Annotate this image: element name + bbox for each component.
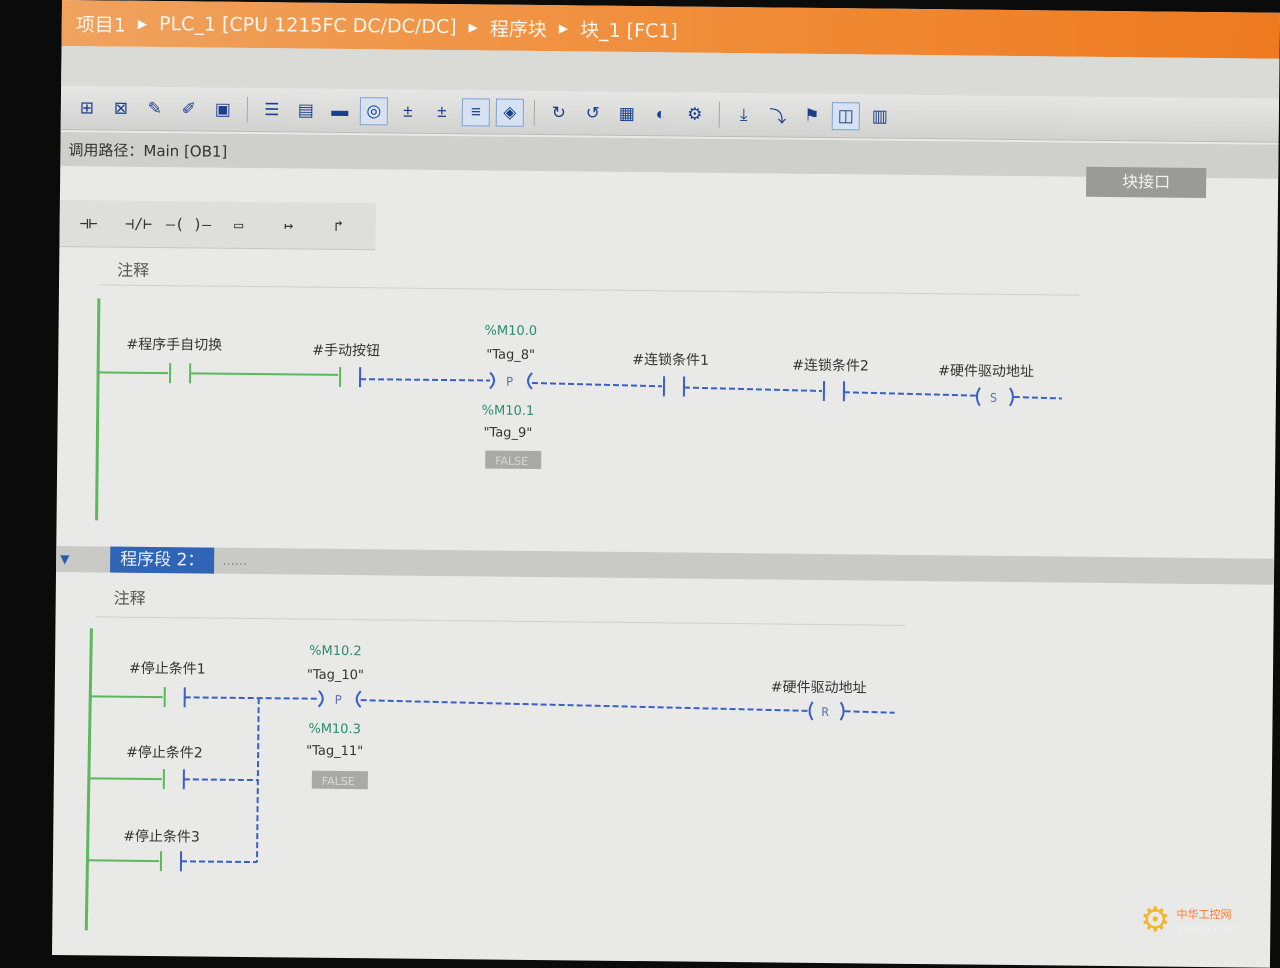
wire-segment (184, 779, 258, 780)
coil-symbol: S (990, 391, 997, 405)
p-edge-address: %M10.2 (309, 644, 362, 660)
set-coil-hardware-drive[interactable]: S #硬件驱动地址 (938, 363, 1034, 406)
ladder-diagram: #程序手自切换 #手动按钮 P %M10.0 "Tag_8" %M10.1 "T… (52, 0, 1280, 968)
p-edge-address: %M10.0 (484, 323, 537, 339)
contact-label: #停止条件1 (129, 660, 206, 678)
network1-power-rail (97, 298, 99, 520)
reset-coil-hardware-drive[interactable]: R #硬件驱动地址 (771, 679, 867, 720)
contact-manual-button[interactable]: #手动按钮 (312, 343, 380, 388)
p-edge-memory-address: %M10.1 (482, 403, 535, 419)
wire-segment (90, 778, 162, 779)
watermark-logo: ⚙ 中华工控网 gkong.com (1140, 892, 1272, 948)
gear-icon: ⚙ (1140, 900, 1170, 940)
contact-stop-condition-2[interactable]: #停止条件2 (126, 744, 203, 790)
contact-interlock-1[interactable]: #连锁条件1 (632, 351, 709, 397)
wire-segment (532, 383, 662, 386)
p-edge-symbol: P (506, 375, 513, 389)
p-edge-memory-address: %M10.3 (308, 722, 361, 738)
contact-label: #停止条件2 (126, 744, 203, 762)
contact-label: #连锁条件2 (792, 357, 869, 375)
coil-symbol: R (822, 705, 830, 719)
p-edge-memory-tag: "Tag_11" (306, 744, 363, 760)
wire-segment (361, 700, 809, 711)
contact-label: #连锁条件1 (632, 351, 709, 369)
wire-segment (87, 860, 159, 861)
wire-segment (684, 388, 822, 391)
coil-label: #硬件驱动地址 (771, 679, 867, 696)
contact-interlock-2[interactable]: #连锁条件2 (792, 357, 869, 402)
p-edge-tag: "Tag_8" (486, 347, 535, 363)
contact-label: #程序手自切换 (126, 336, 222, 354)
watermark-line1: 中华工控网 (1176, 906, 1237, 922)
wire-segment (91, 696, 163, 697)
parallel-branch-wire (257, 698, 259, 862)
p-edge-contact-m10-0[interactable]: P %M10.0 "Tag_8" %M10.1 "Tag_9" FALSE (481, 323, 543, 469)
contact-stop-condition-1[interactable]: #停止条件1 (129, 660, 206, 708)
wire-segment (1014, 397, 1062, 399)
p-edge-contact-m10-2[interactable]: P %M10.2 "Tag_10" %M10.3 "Tag_11" FALSE (306, 644, 370, 790)
contact-program-auto-manual[interactable]: #程序手自切换 (126, 336, 222, 384)
p-edge-symbol: P (335, 693, 342, 707)
wire-segment (98, 372, 168, 373)
watermark-line2: gkong.com (1176, 922, 1237, 935)
tia-portal-screen: 项目1 ▶ PLC_1 [CPU 1215FC DC/DC/DC] ▶ 程序块 … (52, 0, 1280, 968)
p-edge-memory-tag: "Tag_9" (483, 425, 532, 441)
p-edge-status: FALSE (495, 455, 528, 468)
wire-segment (360, 379, 490, 380)
wire-segment (185, 697, 317, 698)
wire-segment (844, 392, 976, 395)
wire-segment (181, 861, 257, 862)
coil-label: #硬件驱动地址 (938, 363, 1034, 380)
watermark-text: 中华工控网 gkong.com (1176, 906, 1237, 935)
wire-segment (845, 711, 895, 713)
p-edge-status: FALSE (322, 775, 355, 788)
contact-label: #停止条件3 (123, 828, 200, 846)
p-edge-tag: "Tag_10" (307, 668, 364, 684)
contact-stop-condition-3[interactable]: #停止条件3 (123, 828, 200, 872)
wire-segment (190, 373, 338, 375)
contact-label: #手动按钮 (312, 343, 380, 360)
